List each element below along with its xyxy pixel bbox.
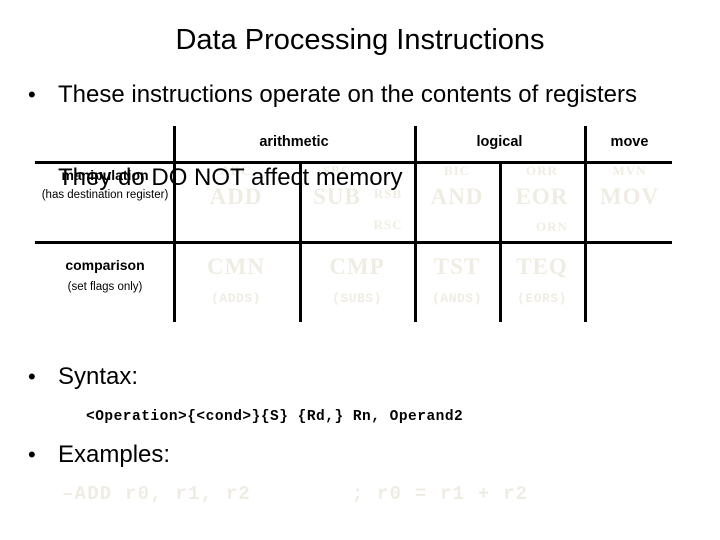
mnemonic-cmp-alias: (SUBS) xyxy=(332,291,382,306)
mnemonic-teq-alias: (EORS) xyxy=(517,291,567,306)
mnemonic-and: AND xyxy=(430,184,484,209)
mnemonic-mov: MOV xyxy=(599,184,660,209)
slide-canvas: Data Processing Instructions • These ins… xyxy=(0,0,720,540)
mnemonic-eor: EOR xyxy=(515,184,569,209)
mnemonic-orr: ORR xyxy=(526,163,558,178)
mnemonic-orn: ORN xyxy=(536,219,568,234)
mnemonic-tst: TST xyxy=(433,254,481,279)
bullet-glyph: • xyxy=(28,442,36,467)
mnemonic-cmn-alias: (ADDS) xyxy=(211,291,261,306)
page-title: Data Processing Instructions xyxy=(175,24,545,56)
mnemonic-cmp: CMP xyxy=(329,254,385,279)
instruction-table: arithmetic logical move manipulation (ha… xyxy=(35,126,672,322)
bullet-glyph: • xyxy=(28,82,36,107)
mnemonic-teq: TEQ xyxy=(516,254,568,279)
bullet-syntax: • Syntax: xyxy=(28,362,668,392)
overlay-note-text: They do DO NOT affect memory xyxy=(58,164,403,191)
bullet-syntax-text: Syntax: xyxy=(58,363,139,390)
table-rule-middle xyxy=(35,241,672,244)
mnemonic-cmn: CMN xyxy=(207,254,265,279)
bullet-examples-text: Examples: xyxy=(58,441,171,468)
mnemonic-bic: BIC xyxy=(443,163,471,178)
mnemonic-mvn: MVN xyxy=(612,163,647,178)
row-label-main: comparison xyxy=(65,257,145,273)
bullet-intro-text: These instructions operate on the conten… xyxy=(58,81,637,108)
table-header-move: move xyxy=(610,134,649,150)
bullet-intro: • These instructions operate on the cont… xyxy=(28,80,688,110)
bullet-glyph: • xyxy=(28,364,36,389)
mnemonic-tst-alias: (ANDS) xyxy=(432,291,482,306)
table-row-label-comparison: comparison (set flags only) xyxy=(37,256,173,295)
example-code-line: –ADD r0, r1, r2 ; r0 = r1 + r2 xyxy=(62,483,529,505)
bullet-examples: • Examples: xyxy=(28,440,668,470)
row-label-sub: (set flags only) xyxy=(67,281,143,293)
table-header-arithmetic: arithmetic xyxy=(259,134,329,150)
syntax-code-line: <Operation>{<cond>}{S} {Rd,} Rn, Operand… xyxy=(86,409,464,425)
table-header-logical: logical xyxy=(476,134,523,150)
mnemonic-rsc: RSC xyxy=(373,217,403,232)
